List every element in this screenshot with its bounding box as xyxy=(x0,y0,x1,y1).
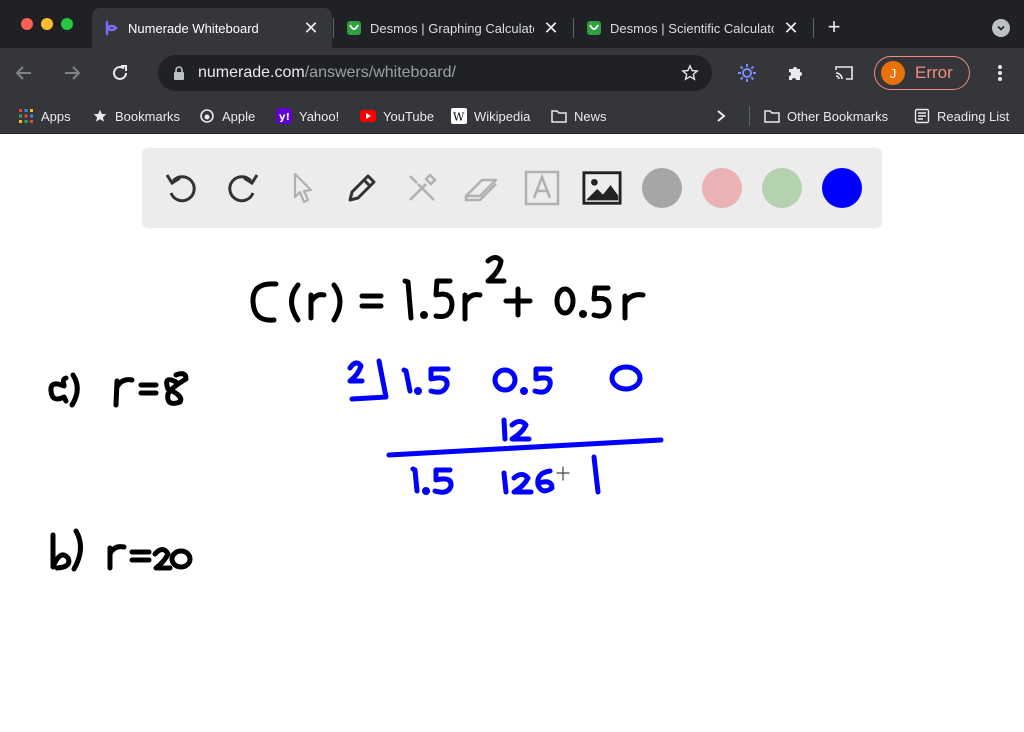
pen-icon[interactable] xyxy=(342,168,382,208)
apps-grid-icon xyxy=(18,108,34,124)
handwritten-equation xyxy=(250,255,646,323)
redo-icon[interactable] xyxy=(222,168,262,208)
bookmarks-bar: Apps Bookmarks Apple y! Yahoo! YouTube W… xyxy=(0,98,1024,134)
tab-title: Desmos | Graphing Calculator xyxy=(370,20,534,36)
window-minimize-button[interactable] xyxy=(41,18,53,30)
eraser-icon[interactable] xyxy=(462,168,502,208)
back-icon[interactable] xyxy=(11,60,37,86)
bookmark-news[interactable]: News xyxy=(551,105,607,127)
whiteboard-page xyxy=(0,135,1024,732)
wikipedia-icon: W xyxy=(451,108,467,124)
handwritten-part-b xyxy=(50,528,193,572)
profile-status: Error xyxy=(915,63,953,82)
tab-separator xyxy=(813,18,814,38)
bookmark-label: YouTube xyxy=(383,108,435,124)
apple-icon xyxy=(199,108,215,124)
bookmark-youtube[interactable]: YouTube xyxy=(360,105,434,127)
handwritten-synthetic-division xyxy=(347,358,664,495)
folder-icon xyxy=(764,108,780,124)
desmos-icon xyxy=(346,20,362,36)
forward-icon[interactable] xyxy=(59,60,85,86)
bookmark-label: Other Bookmarks xyxy=(787,108,889,124)
close-tab-icon[interactable]: ✕ xyxy=(782,19,800,37)
bookmark-star-icon[interactable] xyxy=(680,63,700,83)
color-swatch-gray[interactable] xyxy=(642,168,682,208)
bookmark-wikipedia[interactable]: W Wikipedia xyxy=(451,105,530,127)
cast-icon[interactable] xyxy=(831,60,857,86)
youtube-icon xyxy=(360,108,376,124)
reload-icon[interactable] xyxy=(107,60,133,86)
profile-button[interactable]: J Error xyxy=(874,56,970,90)
svg-text:W: W xyxy=(453,111,465,124)
reading-list-icon xyxy=(914,108,930,124)
select-pointer-icon[interactable] xyxy=(282,168,322,208)
url-text: numerade.com/answers/whiteboard/ xyxy=(198,64,456,82)
url-host: numerade.com xyxy=(198,64,305,81)
bookmark-label: Wikipedia xyxy=(474,108,531,124)
handwritten-part-a xyxy=(48,371,189,408)
tab-numerade-whiteboard[interactable]: Numerade Whiteboard ✕ xyxy=(92,8,332,48)
menu-kebab-icon[interactable] xyxy=(987,60,1013,86)
undo-icon[interactable] xyxy=(162,168,202,208)
bookmark-label: Bookmarks xyxy=(115,108,181,124)
url-path: /answers/whiteboard/ xyxy=(304,64,456,81)
bookmarks-divider xyxy=(749,106,750,126)
bookmark-label: Apple xyxy=(222,108,256,124)
tab-desmos-graphing[interactable]: Desmos | Graphing Calculator ✕ xyxy=(334,8,572,48)
extension-gear-icon[interactable] xyxy=(734,60,760,86)
text-tool-icon[interactable] xyxy=(522,168,562,208)
lock-icon[interactable] xyxy=(172,66,186,80)
bookmark-label: News xyxy=(574,108,607,124)
extensions-puzzle-icon[interactable] xyxy=(783,60,809,86)
more-bookmarks-chevron-icon[interactable] xyxy=(715,105,727,127)
folder-icon xyxy=(551,108,567,124)
star-icon xyxy=(92,108,108,124)
tab-search-icon[interactable] xyxy=(992,19,1010,37)
crosshair-cursor-icon xyxy=(556,466,570,481)
color-swatch-blue[interactable] xyxy=(822,168,862,208)
yahoo-icon: y! xyxy=(276,108,292,124)
close-tab-icon[interactable]: ✕ xyxy=(542,19,560,37)
close-tab-icon[interactable]: ✕ xyxy=(302,19,320,37)
tab-desmos-scientific[interactable]: Desmos | Scientific Calculator ✕ xyxy=(574,8,812,48)
shape-tools-icon[interactable] xyxy=(402,168,442,208)
bookmark-yahoo[interactable]: y! Yahoo! xyxy=(276,105,339,127)
bookmark-label: Yahoo! xyxy=(299,108,340,124)
bookmark-apple[interactable]: Apple xyxy=(199,105,255,127)
bookmark-other-bookmarks[interactable]: Other Bookmarks xyxy=(764,105,888,127)
color-swatch-green[interactable] xyxy=(762,168,802,208)
avatar: J xyxy=(881,61,905,85)
tab-title: Desmos | Scientific Calculator xyxy=(610,20,774,36)
address-bar[interactable]: numerade.com/answers/whiteboard/ xyxy=(158,55,712,91)
image-tool-icon[interactable] xyxy=(582,168,622,208)
new-tab-icon[interactable]: + xyxy=(822,16,846,40)
browser-toolbar: numerade.com/answers/whiteboard/ J Error xyxy=(0,48,1024,98)
desmos-icon xyxy=(586,20,602,36)
window-maximize-button[interactable] xyxy=(61,18,73,30)
whiteboard-toolbar xyxy=(142,148,882,228)
bookmark-label: Apps xyxy=(41,108,71,124)
bookmark-apps[interactable]: Apps xyxy=(18,105,71,127)
bookmark-bookmarks[interactable]: Bookmarks xyxy=(92,105,180,127)
color-swatch-pink[interactable] xyxy=(702,168,742,208)
svg-text:y!: y! xyxy=(279,112,290,123)
bookmark-reading-list[interactable]: Reading List xyxy=(914,105,1009,127)
window-close-button[interactable] xyxy=(21,18,33,30)
numerade-icon xyxy=(104,20,120,36)
tab-title: Numerade Whiteboard xyxy=(128,20,259,36)
bookmark-label: Reading List xyxy=(937,108,1010,124)
